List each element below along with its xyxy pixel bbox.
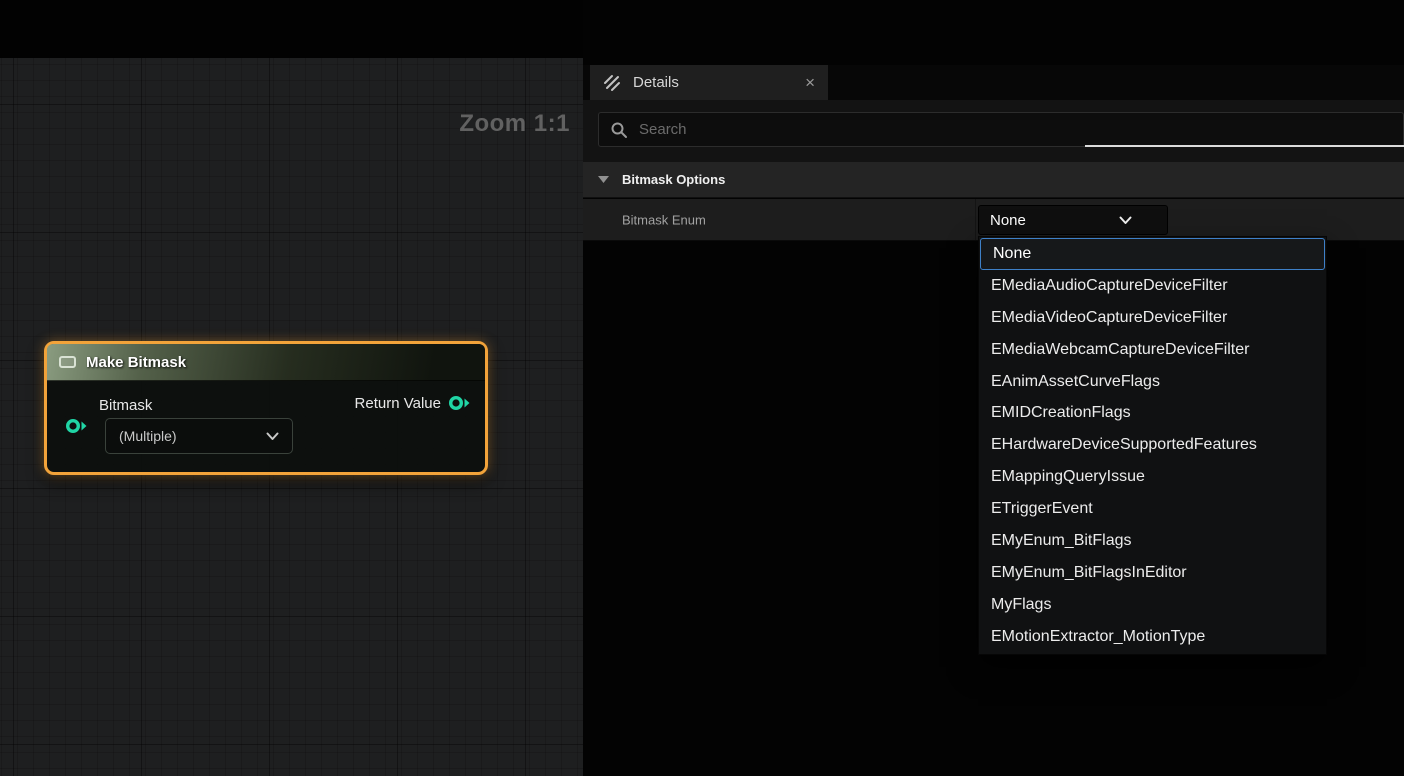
search-underline-highlight (1085, 145, 1404, 147)
menu-item[interactable]: EMyEnum_BitFlags (979, 525, 1326, 557)
menu-item[interactable]: EHardwareDeviceSupportedFeatures (979, 429, 1326, 461)
zoom-indicator: Zoom 1:1 (459, 110, 570, 138)
close-icon[interactable]: × (805, 74, 815, 91)
unreal-editor: Zoom 1:1 Make Bitmask Bitmask (Multiple) (0, 0, 1404, 776)
menu-item[interactable]: EMyEnum_BitFlagsInEditor (979, 557, 1326, 589)
search-icon (610, 121, 628, 139)
blueprint-graph-canvas[interactable]: Zoom 1:1 Make Bitmask Bitmask (Multiple) (0, 58, 583, 776)
category-bitmask-options[interactable]: Bitmask Options (583, 162, 1404, 198)
details-panel: Details × Bitmask Options (583, 0, 1404, 776)
bitmask-input-pin[interactable] (65, 417, 88, 435)
menu-item[interactable]: EMediaVideoCaptureDeviceFilter (979, 302, 1326, 334)
menu-item[interactable]: None (980, 238, 1325, 270)
menu-item[interactable]: EMediaWebcamCaptureDeviceFilter (979, 334, 1326, 366)
property-label: Bitmask Enum (622, 212, 706, 227)
menu-item[interactable]: EMappingQueryIssue (979, 461, 1326, 493)
tab-details[interactable]: Details × (590, 65, 828, 100)
bitmask-enum-row: Bitmask Enum None (583, 199, 1404, 241)
menu-item[interactable]: EMotionExtractor_MotionType (979, 621, 1326, 653)
bitmask-value-text: (Multiple) (119, 428, 177, 444)
column-divider (975, 199, 976, 240)
bitmask-value-dropdown[interactable]: (Multiple) (105, 418, 293, 454)
menu-item[interactable]: EMediaAudioCaptureDeviceFilter (979, 270, 1326, 302)
bitmask-enum-menu: None EMediaAudioCaptureDeviceFilter EMed… (978, 236, 1327, 655)
make-struct-icon (59, 356, 76, 368)
bitmask-enum-value: None (990, 212, 1026, 229)
tab-well: Details × (583, 65, 1404, 100)
return-value-label: Return Value (355, 395, 441, 412)
bitmask-pin-label: Bitmask (99, 397, 152, 414)
bitmask-enum-dropdown[interactable]: None (978, 205, 1168, 235)
search-row (583, 100, 1404, 162)
return-value-output-pin[interactable] (448, 394, 471, 412)
chevron-down-icon (266, 432, 279, 441)
category-caret-icon (598, 176, 609, 183)
menu-item[interactable]: EMIDCreationFlags (979, 397, 1326, 429)
node-title: Make Bitmask (86, 354, 186, 371)
menu-item[interactable]: EAnimAssetCurveFlags (979, 366, 1326, 398)
tab-title: Details (633, 74, 679, 91)
search-input[interactable] (639, 121, 1392, 138)
chevron-down-icon (1119, 216, 1132, 225)
node-header[interactable]: Make Bitmask (47, 344, 485, 381)
category-label: Bitmask Options (622, 172, 725, 187)
search-box[interactable] (598, 112, 1404, 147)
menu-item[interactable]: MyFlags (979, 589, 1326, 621)
make-bitmask-node[interactable]: Make Bitmask Bitmask (Multiple) Return (44, 341, 488, 475)
menu-item[interactable]: ETriggerEvent (979, 493, 1326, 525)
details-icon (603, 73, 622, 92)
